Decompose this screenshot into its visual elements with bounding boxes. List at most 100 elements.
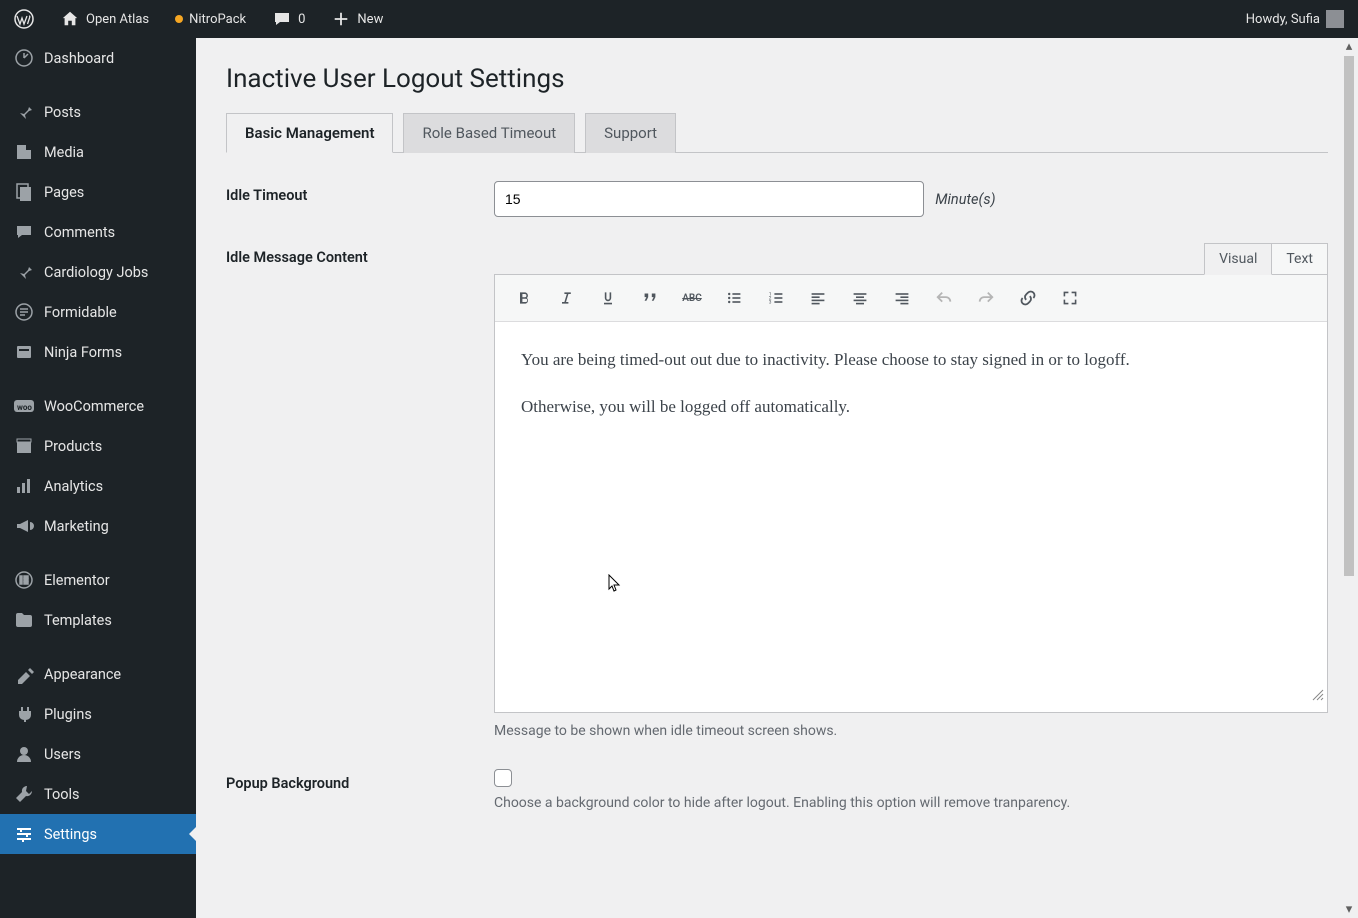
link-button[interactable] <box>1017 287 1039 309</box>
editor-mode-tabs: Visual Text <box>494 243 1328 275</box>
mouse-cursor-icon <box>608 574 622 596</box>
comments-link[interactable]: 0 <box>266 9 311 29</box>
scroll-down-icon[interactable]: ▾ <box>1340 901 1358 918</box>
resize-handle-icon[interactable] <box>1312 682 1324 709</box>
sidebar-item-appearance[interactable]: Appearance <box>0 654 196 694</box>
wordpress-icon <box>14 9 34 29</box>
row-popup-background: Popup Background Choose a background col… <box>226 769 1328 811</box>
sidebar-item-label: Analytics <box>44 478 184 495</box>
pin-icon <box>14 102 34 122</box>
sidebar-item-formidable[interactable]: Formidable <box>0 292 196 332</box>
sidebar-item-label: Formidable <box>44 304 184 321</box>
sidebar-item-label: Posts <box>44 104 184 121</box>
scroll-thumb[interactable] <box>1344 56 1354 576</box>
appearance-icon <box>14 664 34 684</box>
sidebar-item-pages[interactable]: Pages <box>0 172 196 212</box>
sidebar-item-comments[interactable]: Comments <box>0 212 196 252</box>
sidebar-item-posts[interactable]: Posts <box>0 92 196 132</box>
blockquote-button[interactable] <box>639 287 661 309</box>
bullet-list-button[interactable] <box>723 287 745 309</box>
dashboard-icon <box>14 48 34 68</box>
tab-role-based-timeout[interactable]: Role Based Timeout <box>403 113 575 153</box>
new-label: New <box>357 12 383 27</box>
pages-icon <box>14 182 34 202</box>
numbered-list-button[interactable]: 123 <box>765 287 787 309</box>
align-center-button[interactable] <box>849 287 871 309</box>
comment-icon <box>272 9 292 29</box>
undo-button[interactable] <box>933 287 955 309</box>
italic-button[interactable] <box>555 287 577 309</box>
home-icon <box>60 9 80 29</box>
message-help-text: Message to be shown when idle timeout sc… <box>494 723 1328 739</box>
tab-support[interactable]: Support <box>585 113 676 153</box>
pin-icon <box>14 262 34 282</box>
wordpress-logo-link[interactable] <box>8 9 40 29</box>
templates-icon <box>14 610 34 630</box>
editor-tab-text[interactable]: Text <box>1271 243 1328 275</box>
sidebar-item-users[interactable]: Users <box>0 734 196 774</box>
sidebar-item-label: Comments <box>44 224 184 241</box>
sidebar-item-elementor[interactable]: Elementor <box>0 560 196 600</box>
settings-icon <box>14 824 34 844</box>
label-idle-timeout: Idle Timeout <box>226 181 494 204</box>
woo-icon: woo <box>14 396 34 416</box>
editor-toolbar: ABC 123 <box>495 275 1327 322</box>
sidebar-item-dashboard[interactable]: Dashboard <box>0 38 196 78</box>
comments-icon <box>14 222 34 242</box>
sidebar-item-plugins[interactable]: Plugins <box>0 694 196 734</box>
sidebar-item-label: Products <box>44 438 184 455</box>
sidebar-item-label: WooCommerce <box>44 398 184 415</box>
sidebar-item-label: Users <box>44 746 184 763</box>
sidebar-item-ninja-forms[interactable]: Ninja Forms <box>0 332 196 372</box>
new-link[interactable]: New <box>325 9 389 29</box>
sidebar-item-tools[interactable]: Tools <box>0 774 196 814</box>
sidebar-item-templates[interactable]: Templates <box>0 600 196 640</box>
admin-bar: Open Atlas NitroPack 0 New Howdy, S <box>0 0 1358 38</box>
align-right-button[interactable] <box>891 287 913 309</box>
user-greeting-link[interactable]: Howdy, Sufia <box>1240 10 1350 28</box>
nitropack-link[interactable]: NitroPack <box>169 12 252 27</box>
scroll-up-icon[interactable]: ▴ <box>1340 38 1358 55</box>
sidebar-item-label: Templates <box>44 612 184 629</box>
settings-tabs: Basic Management Role Based Timeout Supp… <box>226 112 1328 153</box>
redo-button[interactable] <box>975 287 997 309</box>
bold-button[interactable] <box>513 287 535 309</box>
label-idle-message: Idle Message Content <box>226 243 494 266</box>
sidebar-item-label: Ninja Forms <box>44 344 184 361</box>
popup-background-checkbox[interactable] <box>494 769 512 787</box>
fullscreen-button[interactable] <box>1059 287 1081 309</box>
plugins-icon <box>14 704 34 724</box>
sidebar-item-label: Appearance <box>44 666 184 683</box>
idle-timeout-unit: Minute(s) <box>935 191 995 208</box>
sidebar-item-cardiology-jobs[interactable]: Cardiology Jobs <box>0 252 196 292</box>
media-icon <box>14 142 34 162</box>
editor-tab-visual[interactable]: Visual <box>1204 243 1272 275</box>
sidebar-item-marketing[interactable]: Marketing <box>0 506 196 546</box>
editor-textarea[interactable]: You are being timed-out out due to inact… <box>495 322 1327 712</box>
sidebar-item-products[interactable]: Products <box>0 426 196 466</box>
idle-timeout-input[interactable] <box>494 181 924 217</box>
sidebar-item-label: Media <box>44 144 184 161</box>
row-idle-message: Idle Message Content Visual Text ABC 123 <box>226 243 1328 739</box>
ninja-icon <box>14 342 34 362</box>
align-left-button[interactable] <box>807 287 829 309</box>
vertical-scrollbar[interactable]: ▴ ▾ <box>1340 38 1358 918</box>
message-paragraph-2: Otherwise, you will be logged off automa… <box>521 393 1301 420</box>
popup-background-help: Choose a background color to hide after … <box>494 795 1328 811</box>
site-name-link[interactable]: Open Atlas <box>54 9 155 29</box>
strikethrough-button[interactable]: ABC <box>681 287 703 309</box>
svg-text:3: 3 <box>769 300 772 306</box>
tab-basic-management[interactable]: Basic Management <box>226 113 393 153</box>
sidebar-item-label: Pages <box>44 184 184 201</box>
admin-sidebar: Dashboard Posts Media Pages Comments Cardiolo… <box>0 38 196 918</box>
sidebar-item-media[interactable]: Media <box>0 132 196 172</box>
sidebar-item-label: Plugins <box>44 706 184 723</box>
plus-icon <box>331 9 351 29</box>
sidebar-item-woocommerce[interactable]: woo WooCommerce <box>0 386 196 426</box>
sidebar-item-settings[interactable]: Settings <box>0 814 196 854</box>
sidebar-item-label: Elementor <box>44 572 184 589</box>
avatar-icon <box>1326 10 1344 28</box>
sidebar-item-analytics[interactable]: Analytics <box>0 466 196 506</box>
sidebar-item-label: Marketing <box>44 518 184 535</box>
underline-button[interactable] <box>597 287 619 309</box>
